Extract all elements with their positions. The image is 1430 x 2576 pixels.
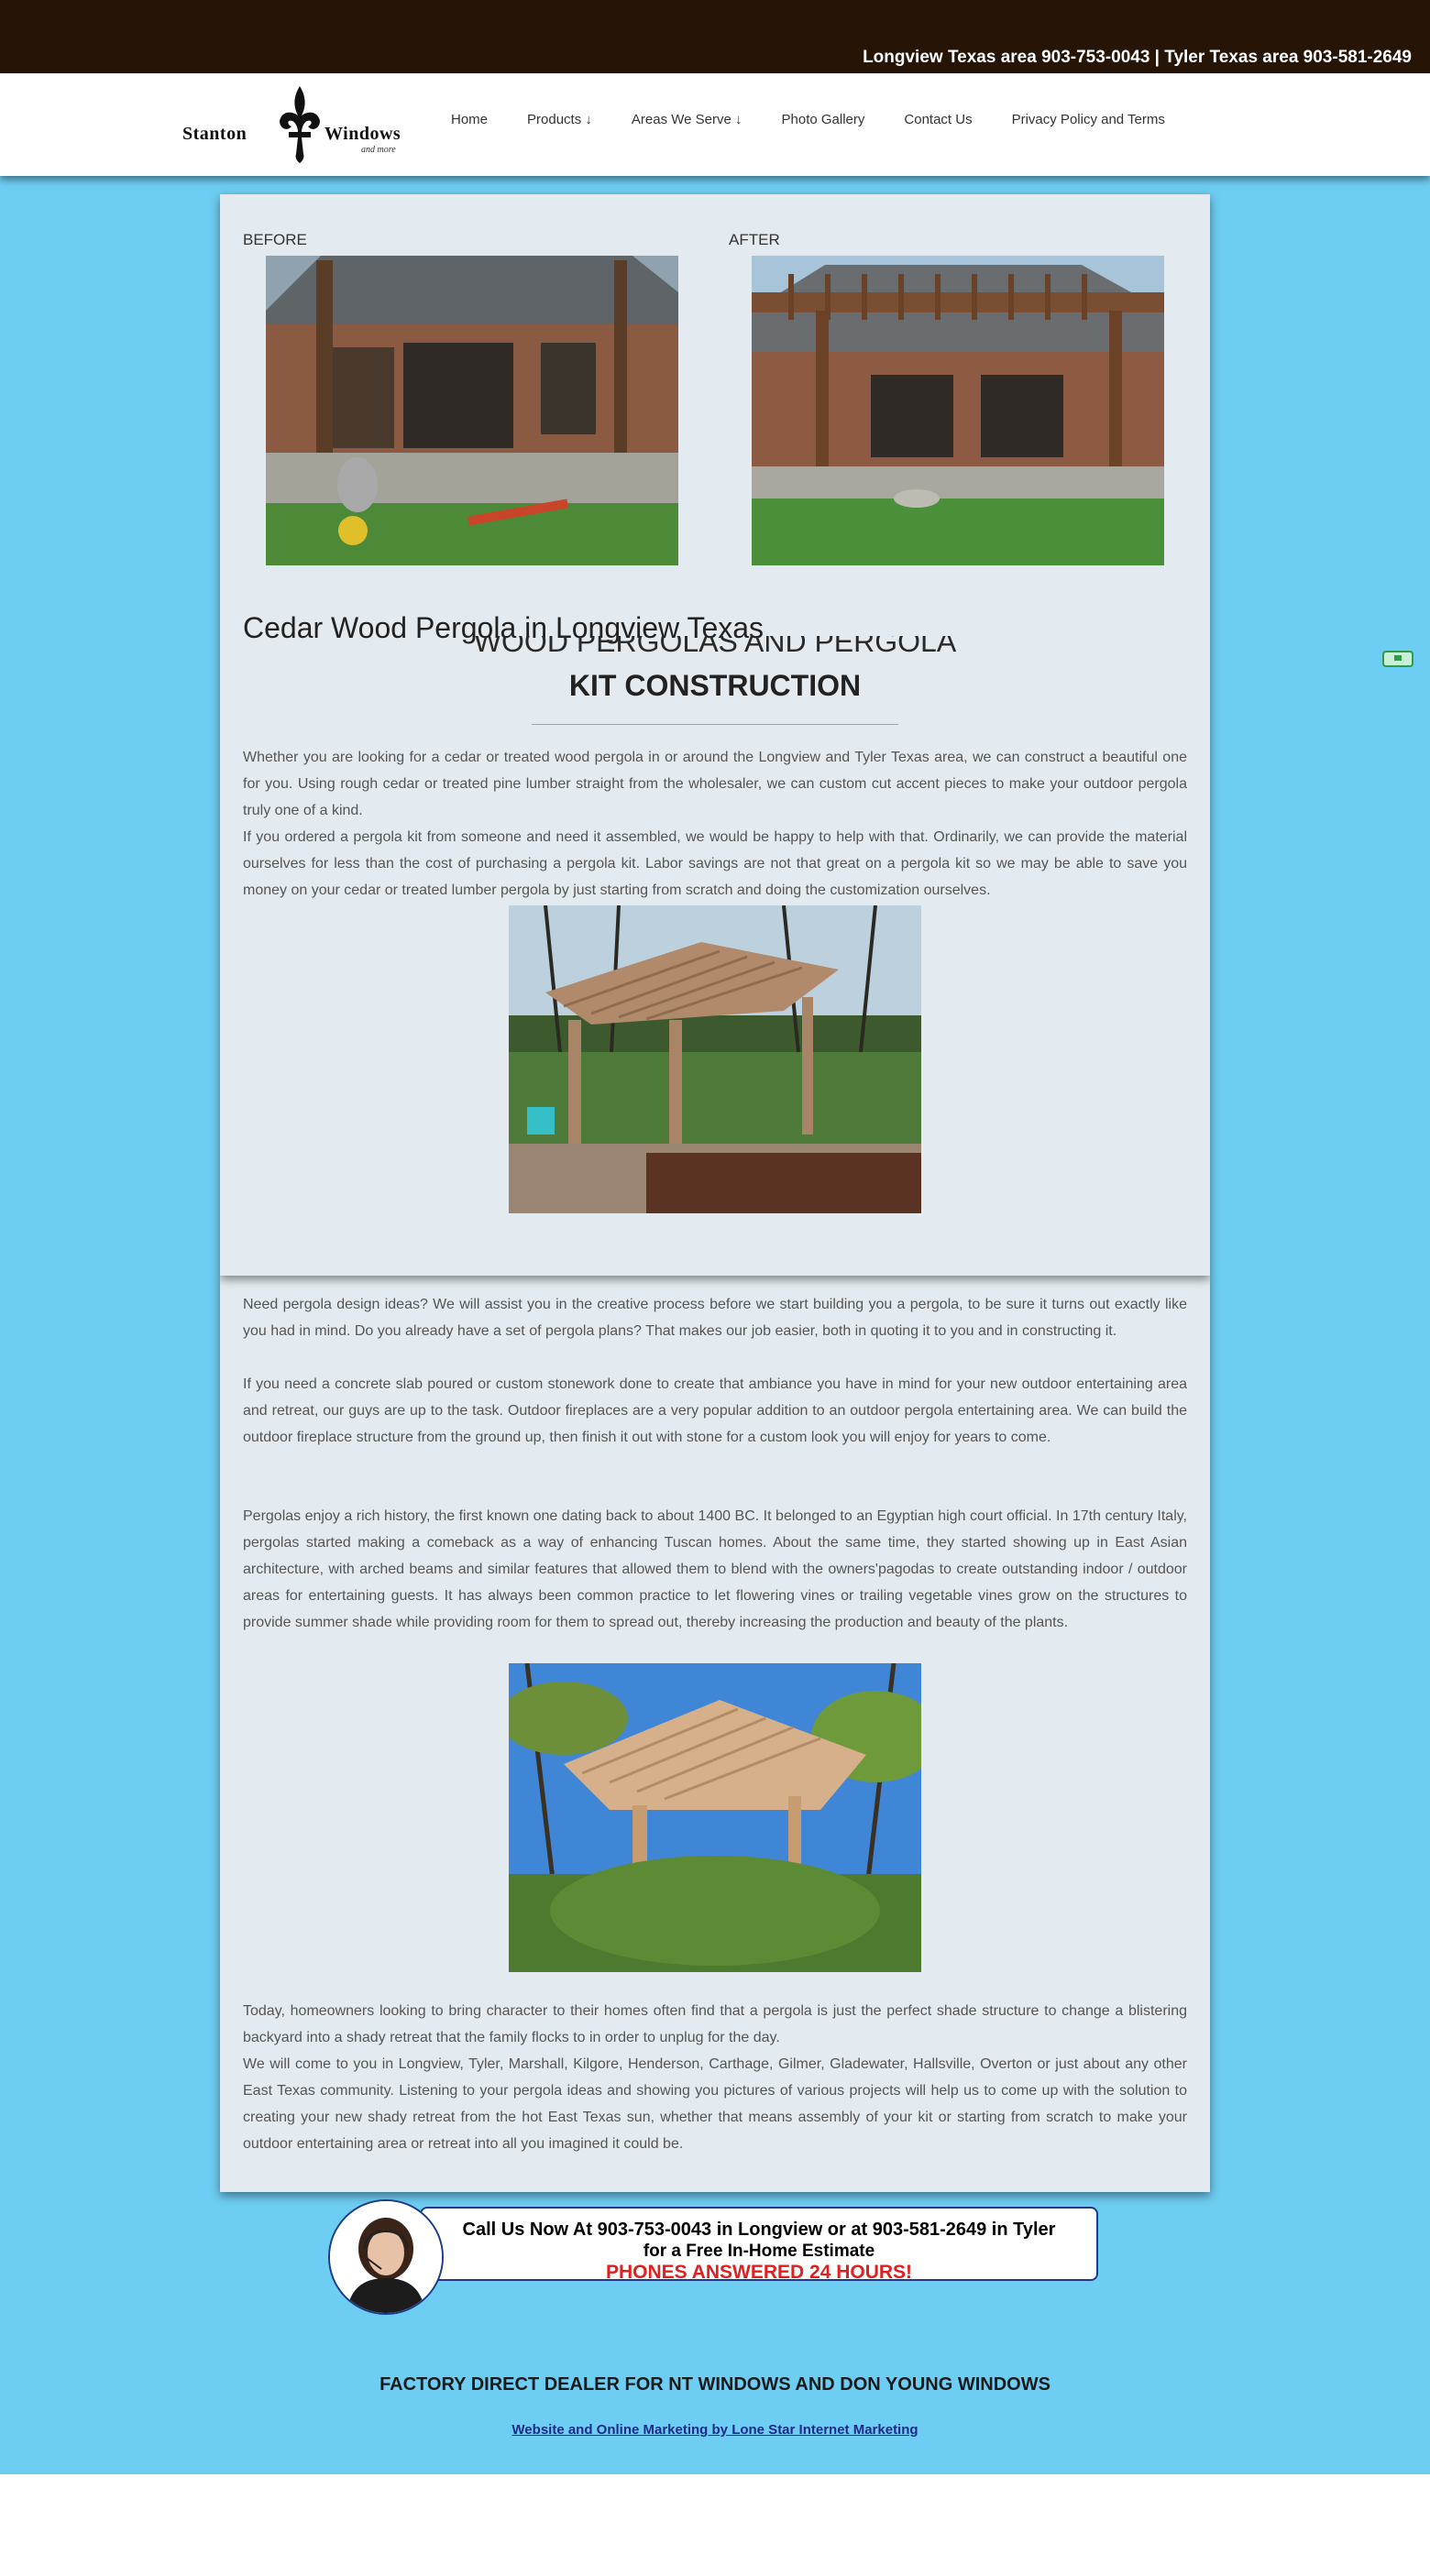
sub-heading-line2: KIT CONSTRUCTION (568, 669, 862, 702)
pergola-photo-2[interactable] (509, 1663, 921, 1972)
site-logo[interactable]: Stanton Windows and more (182, 84, 415, 163)
cta-line-1: Call Us Now At 903-753-0043 in Longview … (462, 2220, 1056, 2240)
paragraph-5: Pergolas enjoy a rich history, the first… (243, 1508, 1187, 1630)
nav-contact-us[interactable]: Contact Us (904, 112, 972, 127)
paragraph-1: Whether you are looking for a cedar or t… (243, 750, 1187, 818)
pergola-photo-1[interactable] (509, 905, 921, 1213)
fleur-de-lis-icon (280, 86, 320, 163)
top-bar-phones[interactable]: Longview Texas area 903-753-0043 | Tyler… (863, 48, 1412, 68)
nav-privacy-policy[interactable]: Privacy Policy and Terms (1012, 112, 1165, 127)
footer-credit-link[interactable]: Website and Online Marketing by Lone Sta… (512, 2422, 918, 2438)
paragraph-4: If you need a concrete slab poured or cu… (243, 1376, 1187, 1445)
cta-line-2: for a Free In-Home Estimate (643, 2242, 875, 2261)
paragraph-6: Today, homeowners looking to bring chara… (243, 2003, 1187, 2045)
cta-line-3: PHONES ANSWERED 24 HOURS! (605, 2262, 913, 2283)
after-photo[interactable] (752, 256, 1164, 565)
logo-tagline: and more (361, 145, 396, 155)
call-to-action-banner[interactable]: Call Us Now At 903-753-0043 in Longview … (328, 2199, 1098, 2315)
sub-heading-line1: WOOD PERGOLAS AND PERGOLA (220, 636, 1210, 663)
logo-word-windows: Windows (324, 124, 402, 144)
top-bar: Longview Texas area 903-753-0043 | Tyler… (0, 0, 1430, 73)
heading-divider (532, 724, 898, 725)
logo-word-stanton: Stanton (182, 124, 248, 144)
sub-heading-line1-text: WOOD PERGOLAS AND PERGOLA (473, 636, 957, 658)
before-photo[interactable] (266, 256, 678, 565)
site-header: Stanton Windows and more Home Products ↓… (0, 73, 1430, 176)
after-label: AFTER (729, 231, 780, 248)
paragraph-3: Need pergola design ideas? We will assis… (243, 1297, 1187, 1339)
support-agent-avatar (328, 2199, 444, 2315)
footer-dealer-text: FACTORY DIRECT DEALER FOR NT WINDOWS AND… (380, 2374, 1050, 2395)
paragraph-7: We will come to you in Longview, Tyler, … (243, 2056, 1187, 2152)
nav-home[interactable]: Home (451, 112, 488, 127)
chat-badge-icon[interactable] (1382, 651, 1414, 667)
paragraph-2: If you ordered a pergola kit from someon… (243, 829, 1187, 898)
footer-credit: Website and Online Marketing by Lone Sta… (0, 2422, 1430, 2438)
nav-products[interactable]: Products ↓ (527, 112, 592, 127)
nav-areas-we-serve[interactable]: Areas We Serve ↓ (632, 112, 742, 127)
main-nav: Home Products ↓ Areas We Serve ↓ Photo G… (451, 112, 1204, 127)
before-label: BEFORE (243, 231, 307, 248)
nav-photo-gallery[interactable]: Photo Gallery (782, 112, 865, 127)
cta-box[interactable]: Call Us Now At 903-753-0043 in Longview … (420, 2207, 1098, 2283)
